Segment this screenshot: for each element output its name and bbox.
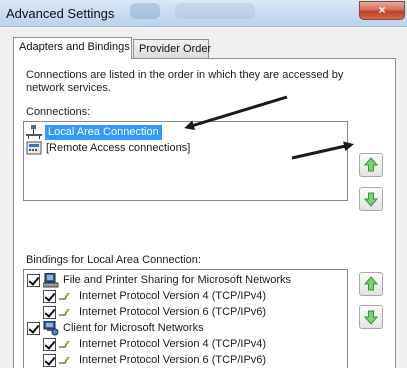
binding-label: Internet Protocol Version 6 (TCP/IPv6): [79, 305, 267, 318]
binding-label: Internet Protocol Version 4 (TCP/IPv4): [79, 289, 267, 302]
bindings-tree[interactable]: File and Printer Sharing for Microsoft N…: [23, 269, 348, 368]
dialog-body: Adapters and Bindings Provider Order Con…: [0, 27, 407, 368]
connections-list[interactable]: Local Area Connection [Remote Access con…: [23, 121, 348, 201]
description-text: Connections are listed in the order in w…: [26, 69, 344, 94]
bindings-label: Bindings for Local Area Connection:: [26, 254, 201, 266]
tab-provider-order[interactable]: Provider Order: [133, 39, 212, 58]
tab-label: Adapters and Bindings: [19, 41, 130, 53]
connection-label: [Remote Access connections]: [46, 141, 191, 154]
protocol-icon: [59, 291, 75, 301]
tree-item[interactable]: Internet Protocol Version 6 (TCP/IPv6): [43, 352, 268, 368]
network-client-icon: [43, 320, 59, 336]
binding-label: Client for Microsoft Networks: [63, 321, 204, 334]
tree-item[interactable]: File and Printer Sharing for Microsoft N…: [27, 272, 293, 288]
protocol-icon: [59, 339, 75, 349]
tab-adapters-and-bindings[interactable]: Adapters and Bindings: [13, 37, 132, 59]
protocol-icon: [59, 307, 75, 317]
binding-move-up-button[interactable]: [359, 272, 383, 296]
checkbox[interactable]: [43, 305, 56, 319]
close-button[interactable]: ×: [359, 1, 405, 20]
tree-item[interactable]: Internet Protocol Version 4 (TCP/IPv4): [43, 288, 268, 304]
tree-item[interactable]: Internet Protocol Version 6 (TCP/IPv6): [43, 304, 268, 320]
close-icon: ×: [378, 3, 386, 17]
checkbox[interactable]: [43, 289, 56, 303]
binding-move-down-button[interactable]: [359, 305, 383, 329]
binding-label: File and Printer Sharing for Microsoft N…: [63, 273, 292, 286]
connection-label: Local Area Connection: [45, 124, 162, 140]
binding-label: Internet Protocol Version 6 (TCP/IPv6): [79, 353, 267, 366]
background-blur: [130, 3, 160, 19]
move-up-button[interactable]: [359, 153, 383, 177]
connections-label: Connections:: [26, 106, 91, 118]
checkbox[interactable]: [43, 337, 56, 351]
modem-icon: [26, 141, 43, 155]
arrow-up-icon: [363, 276, 379, 291]
checkbox[interactable]: [27, 321, 40, 335]
checkbox[interactable]: [43, 353, 56, 367]
network-adapter-icon: [26, 125, 43, 139]
checkbox[interactable]: [27, 273, 40, 287]
protocol-icon: [59, 355, 75, 365]
tab-label: Provider Order: [139, 43, 212, 55]
tab-panel: Connections are listed in the order in w…: [13, 58, 396, 368]
arrow-down-icon: [363, 192, 379, 207]
file-printer-sharing-icon: [42, 272, 59, 288]
title-bar: Advanced Settings ×: [0, 0, 407, 27]
list-item[interactable]: [Remote Access connections]: [26, 140, 192, 156]
binding-label: Internet Protocol Version 4 (TCP/IPv4): [79, 337, 267, 350]
background-blur: [175, 3, 255, 19]
window-title: Advanced Settings: [6, 6, 115, 21]
arrow-up-icon: [363, 157, 379, 172]
arrow-down-icon: [363, 310, 379, 325]
move-down-button[interactable]: [359, 187, 383, 211]
tree-item[interactable]: Internet Protocol Version 4 (TCP/IPv4): [43, 336, 268, 352]
tree-item[interactable]: Client for Microsoft Networks: [27, 320, 206, 336]
list-item[interactable]: Local Area Connection: [26, 124, 162, 140]
